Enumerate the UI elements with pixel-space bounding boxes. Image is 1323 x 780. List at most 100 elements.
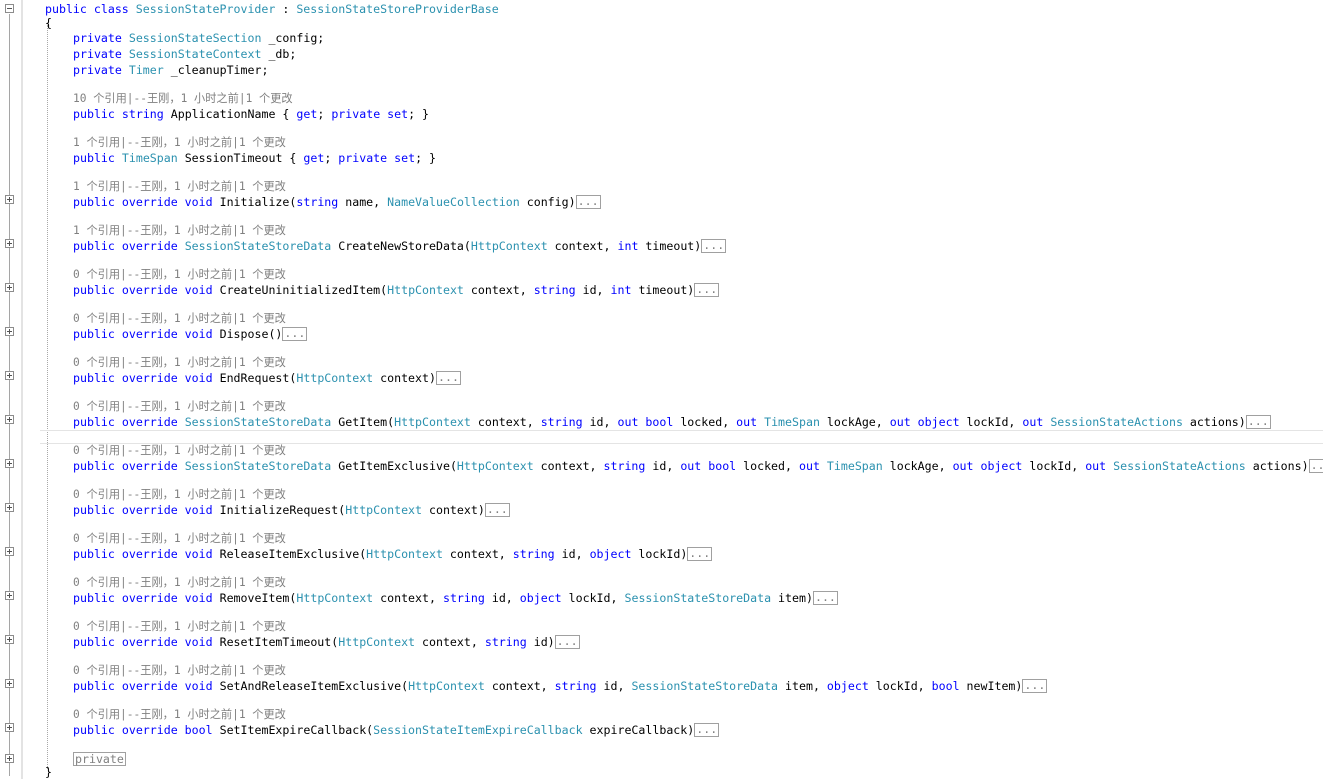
expand-member-icon[interactable] (5, 371, 14, 380)
collapsed-body[interactable]: ... (694, 282, 720, 297)
type-name[interactable]: SessionStateStoreData (631, 679, 778, 693)
reference-count[interactable]: 1 个引用|-- (73, 136, 140, 149)
type-name[interactable]: SessionStateActions (1050, 415, 1183, 429)
collapsed-body[interactable]: ... (1308, 458, 1323, 473)
author-name[interactable]: 王刚 (140, 444, 162, 457)
author-name[interactable]: 王刚 (140, 576, 162, 589)
change-count[interactable]: 1 个更改 (239, 180, 286, 193)
last-modified[interactable]: 1 小时之前 (181, 92, 239, 105)
collapse-class-icon[interactable] (5, 4, 14, 13)
author-name[interactable]: 王刚 (140, 532, 162, 545)
change-count[interactable]: 1 个更改 (246, 92, 293, 105)
reference-count[interactable]: 0 个引用|-- (73, 488, 140, 501)
last-modified[interactable]: 1 小时之前 (174, 576, 232, 589)
expand-member-icon[interactable] (5, 239, 14, 248)
author-name[interactable]: 王刚 (140, 620, 162, 633)
type-name[interactable]: SessionStateItemExpireCallback (373, 723, 582, 737)
type-name[interactable]: SessionStateStoreData (185, 459, 332, 473)
type-name[interactable]: SessionStateStoreData (185, 239, 332, 253)
codelens-info[interactable]: 10 个引用|--王刚，1 小时之前|1 个更改 (73, 91, 293, 106)
reference-count[interactable]: 0 个引用|-- (73, 708, 140, 721)
type-name[interactable]: SessionStateActions (1113, 459, 1246, 473)
codelens-info[interactable]: 0 个引用|--王刚，1 小时之前|1 个更改 (73, 355, 286, 370)
type-name[interactable]: HttpContext (457, 459, 534, 473)
expand-member-icon[interactable] (5, 327, 14, 336)
codelens-info[interactable]: 1 个引用|--王刚，1 小时之前|1 个更改 (73, 223, 286, 238)
author-name[interactable]: 王刚 (140, 488, 162, 501)
reference-count[interactable]: 0 个引用|-- (73, 576, 140, 589)
type-name[interactable]: NameValueCollection (387, 195, 520, 209)
expand-region-icon[interactable] (5, 754, 14, 763)
last-modified[interactable]: 1 小时之前 (174, 532, 232, 545)
type-name[interactable]: HttpContext (394, 415, 471, 429)
last-modified[interactable]: 1 小时之前 (174, 488, 232, 501)
expand-member-icon[interactable] (5, 503, 14, 512)
field-type[interactable]: SessionStateContext (129, 47, 262, 61)
change-count[interactable]: 1 个更改 (239, 576, 286, 589)
last-modified[interactable]: 1 小时之前 (174, 356, 232, 369)
codelens-info[interactable]: 0 个引用|--王刚，1 小时之前|1 个更改 (73, 619, 286, 634)
codelens-info[interactable]: 0 个引用|--王刚，1 小时之前|1 个更改 (73, 575, 286, 590)
type-name[interactable]: HttpContext (366, 547, 443, 561)
reference-count[interactable]: 1 个引用|-- (73, 224, 140, 237)
last-modified[interactable]: 1 小时之前 (174, 268, 232, 281)
type-name[interactable]: HttpContext (296, 371, 373, 385)
last-modified[interactable]: 1 小时之前 (174, 664, 232, 677)
type-name[interactable]: HttpContext (296, 591, 373, 605)
author-name[interactable]: 王刚 (140, 708, 162, 721)
type-name[interactable]: SessionStateStoreData (185, 415, 332, 429)
reference-count[interactable]: 0 个引用|-- (73, 532, 140, 545)
type-name[interactable]: HttpContext (338, 635, 415, 649)
codelens-info[interactable]: 0 个引用|--王刚，1 小时之前|1 个更改 (73, 487, 286, 502)
change-count[interactable]: 1 个更改 (239, 708, 286, 721)
codelens-info[interactable]: 0 个引用|--王刚，1 小时之前|1 个更改 (73, 311, 286, 326)
field-type[interactable]: SessionStateSection (129, 31, 262, 45)
author-name[interactable]: 王刚 (140, 136, 162, 149)
expand-member-icon[interactable] (5, 195, 14, 204)
codelens-info[interactable]: 0 个引用|--王刚，1 小时之前|1 个更改 (73, 707, 286, 722)
type-name[interactable]: TimeSpan (764, 415, 820, 429)
change-count[interactable]: 1 个更改 (239, 268, 286, 281)
type-name[interactable]: TimeSpan (827, 459, 883, 473)
base-class-name[interactable]: SessionStateStoreProviderBase (296, 2, 498, 16)
codelens-info[interactable]: 0 个引用|--王刚，1 小时之前|1 个更改 (73, 267, 286, 282)
expand-member-icon[interactable] (5, 723, 14, 732)
type-name[interactable]: HttpContext (345, 503, 422, 517)
author-name[interactable]: 王刚 (147, 92, 169, 105)
expand-member-icon[interactable] (5, 283, 14, 292)
collapsed-body[interactable]: ... (435, 370, 461, 385)
type-name[interactable]: HttpContext (387, 283, 464, 297)
collapsed-body[interactable]: ... (282, 326, 308, 341)
collapsed-body[interactable]: ... (554, 634, 580, 649)
expand-member-icon[interactable] (5, 591, 14, 600)
change-count[interactable]: 1 个更改 (239, 488, 286, 501)
change-count[interactable]: 1 个更改 (239, 312, 286, 325)
last-modified[interactable]: 1 小时之前 (174, 400, 232, 413)
expand-member-icon[interactable] (5, 679, 14, 688)
change-count[interactable]: 1 个更改 (239, 136, 286, 149)
collapsed-body[interactable]: ... (1022, 678, 1048, 693)
last-modified[interactable]: 1 小时之前 (174, 180, 232, 193)
change-count[interactable]: 1 个更改 (239, 400, 286, 413)
author-name[interactable]: 王刚 (140, 664, 162, 677)
last-modified[interactable]: 1 小时之前 (174, 444, 232, 457)
last-modified[interactable]: 1 小时之前 (174, 620, 232, 633)
class-name[interactable]: SessionStateProvider (136, 2, 276, 16)
change-count[interactable]: 1 个更改 (239, 356, 286, 369)
type-name[interactable]: SessionStateStoreData (624, 591, 771, 605)
type-name[interactable]: HttpContext (471, 239, 548, 253)
codelens-info[interactable]: 0 个引用|--王刚，1 小时之前|1 个更改 (73, 443, 286, 458)
last-modified[interactable]: 1 小时之前 (174, 224, 232, 237)
codelens-info[interactable]: 0 个引用|--王刚，1 小时之前|1 个更改 (73, 531, 286, 546)
author-name[interactable]: 王刚 (140, 356, 162, 369)
reference-count[interactable]: 10 个引用|-- (73, 92, 147, 105)
change-count[interactable]: 1 个更改 (239, 532, 286, 545)
author-name[interactable]: 王刚 (140, 312, 162, 325)
expand-member-icon[interactable] (5, 459, 14, 468)
author-name[interactable]: 王刚 (140, 268, 162, 281)
author-name[interactable]: 王刚 (140, 224, 162, 237)
collapsed-body[interactable]: ... (812, 590, 838, 605)
expand-member-icon[interactable] (5, 415, 14, 424)
change-count[interactable]: 1 个更改 (239, 620, 286, 633)
reference-count[interactable]: 0 个引用|-- (73, 444, 140, 457)
